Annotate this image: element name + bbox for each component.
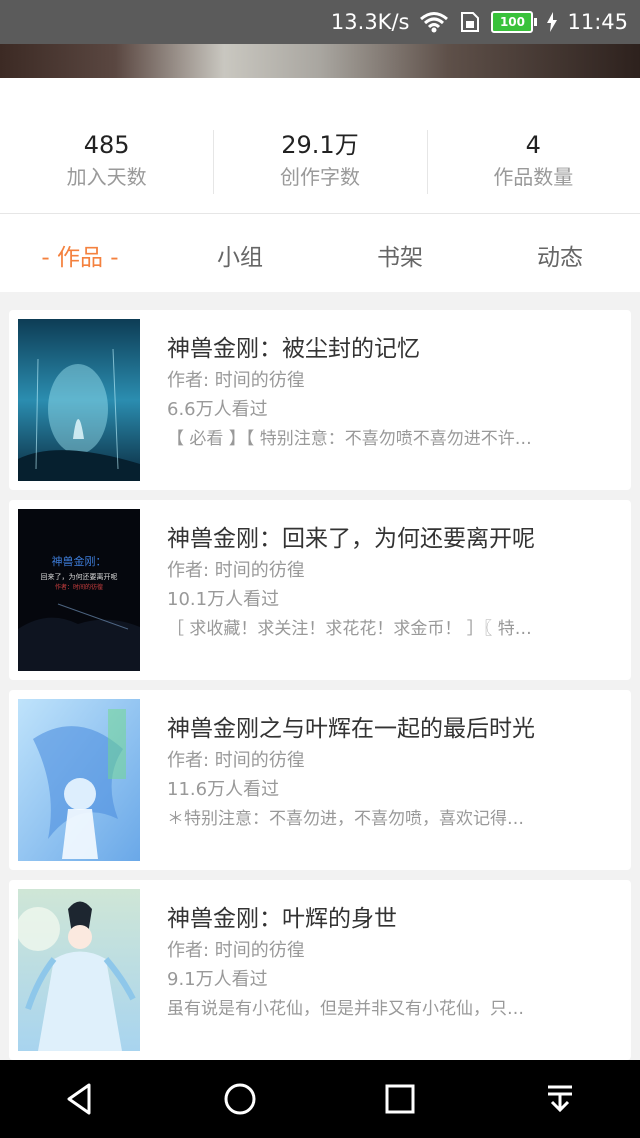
back-icon[interactable] xyxy=(50,1069,110,1129)
stat-label: 作品数量 xyxy=(493,165,574,189)
book-author: 作者: 时间的彷徨 xyxy=(167,370,305,391)
book-cover-image xyxy=(18,319,140,481)
wifi-icon xyxy=(419,11,449,33)
status-bar: 13.3K/s 100 11:45 xyxy=(0,0,640,44)
book-description: 【 必看 】【 特别注意：不喜勿喷不喜勿进不许… xyxy=(167,429,532,449)
book-author: 作者: 时间的彷徨 xyxy=(167,940,305,961)
stat-value: 4 xyxy=(525,131,541,159)
book-title: 神兽金刚：叶辉的身世 xyxy=(167,906,397,932)
book-title: 神兽金刚：被尘封的记忆 xyxy=(167,336,420,362)
book-card[interactable]: 神兽金刚：叶辉的身世 作者: 时间的彷徨 9.1万人看过 虽有说是有小花仙，但是… xyxy=(9,880,631,1060)
stat-word-count: 29.1万 创作字数 xyxy=(213,128,426,200)
recents-icon[interactable] xyxy=(370,1069,430,1129)
book-card[interactable]: 神兽金刚： 回来了，为何还要离开呢 作者：时间的彷徨 神兽金刚：回来了，为何还要… xyxy=(9,500,631,680)
stat-value: 29.1万 xyxy=(281,131,359,159)
system-navigation-bar xyxy=(0,1060,640,1138)
book-cover-image: 神兽金刚： 回来了，为何还要离开呢 作者：时间的彷徨 xyxy=(18,509,140,671)
book-cover-image xyxy=(18,699,140,861)
book-title: 神兽金刚之与叶辉在一起的最后时光 xyxy=(167,716,535,742)
book-description: ＊特别注意：不喜勿进，不喜勿喷，喜欢记得… xyxy=(167,809,524,829)
book-title: 神兽金刚：回来了，为何还要离开呢 xyxy=(167,526,535,552)
cover-title: 神兽金刚： xyxy=(52,554,107,568)
stat-value: 485 xyxy=(83,131,130,159)
profile-tabs: - 作品 - 小组 书架 动态 xyxy=(0,230,640,286)
stat-join-days: 485 加入天数 xyxy=(0,128,213,200)
stat-label: 创作字数 xyxy=(279,165,360,189)
menu-down-icon[interactable] xyxy=(530,1069,590,1129)
cover-subtitle: 回来了，为何还要离开呢 xyxy=(41,572,118,581)
battery-level: 100 xyxy=(491,11,534,33)
book-description: 虽有说是有小花仙，但是并非又有小花仙，只… xyxy=(167,999,524,1019)
book-card[interactable]: 神兽金刚：被尘封的记忆 作者: 时间的彷徨 6.6万人看过 【 必看 】【 特别… xyxy=(9,310,631,490)
book-views: 11.6万人看过 xyxy=(167,779,280,800)
stat-label: 加入天数 xyxy=(66,165,147,189)
book-cover-image xyxy=(18,889,140,1051)
book-author: 作者: 时间的彷徨 xyxy=(167,750,305,771)
book-views: 10.1万人看过 xyxy=(167,589,280,610)
book-author: 作者: 时间的彷徨 xyxy=(167,560,305,581)
battery-icon: 100 xyxy=(491,11,538,33)
home-icon[interactable] xyxy=(210,1069,270,1129)
divider xyxy=(0,213,640,214)
book-views: 6.6万人看过 xyxy=(167,399,268,420)
network-speed: 13.3K/s xyxy=(330,10,410,34)
cover-author: 作者：时间的彷徨 xyxy=(55,583,103,591)
book-views: 9.1万人看过 xyxy=(167,969,268,990)
book-card[interactable]: 神兽金刚之与叶辉在一起的最后时光 作者: 时间的彷徨 11.6万人看过 ＊特别注… xyxy=(9,690,631,870)
tab-works[interactable]: - 作品 - xyxy=(0,230,160,286)
book-description: ［ 求收藏！求关注！求花花！求金币！ ］〖 特… xyxy=(167,619,532,639)
stats-row: 485 加入天数 29.1万 创作字数 4 作品数量 xyxy=(0,128,640,200)
charging-icon xyxy=(547,12,558,32)
stat-works-count: 4 作品数量 xyxy=(426,128,640,200)
clock: 11:45 xyxy=(567,10,628,34)
sim-icon xyxy=(459,11,481,33)
profile-banner-image xyxy=(0,44,640,78)
tab-groups[interactable]: 小组 xyxy=(160,230,320,286)
tab-bookshelf[interactable]: 书架 xyxy=(320,230,480,286)
tab-activity[interactable]: 动态 xyxy=(480,230,640,286)
